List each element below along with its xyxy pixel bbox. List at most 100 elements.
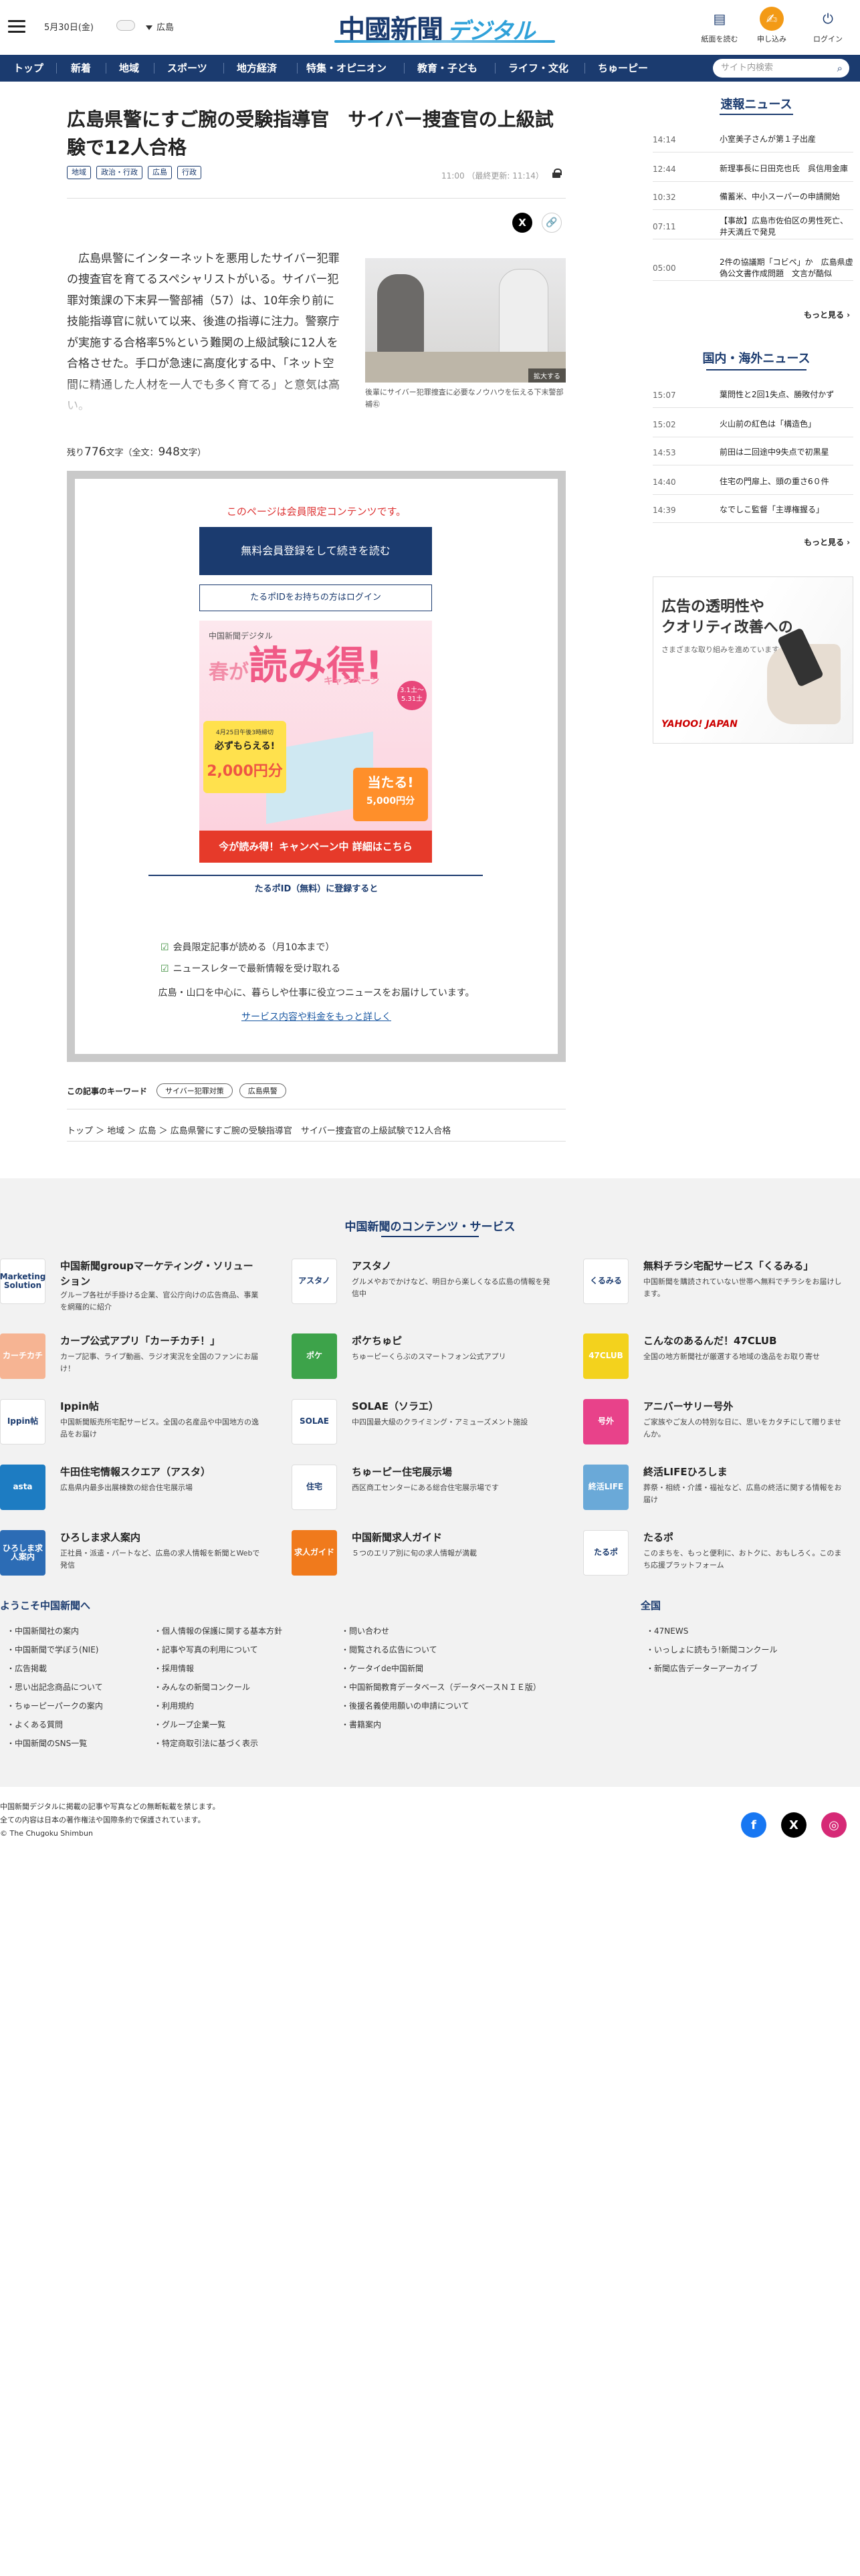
- footer-link[interactable]: 中国新聞のSNS一覧: [7, 1737, 87, 1749]
- nav-item-region[interactable]: 地域: [119, 55, 139, 82]
- footer-link[interactable]: 中国新聞で学ぼう(NIE): [7, 1644, 98, 1655]
- register-button[interactable]: 無料会員登録をして続きを読む: [199, 527, 432, 575]
- footer-link[interactable]: 思い出記念商品について: [7, 1681, 103, 1693]
- facebook-icon[interactable]: f: [741, 1812, 766, 1838]
- footer-link[interactable]: 利用規約: [154, 1700, 194, 1711]
- service-card[interactable]: ひろしま求人案内 ひろしま求人案内 正社員・派遣・パートなど、広島の求人情報を新聞と…: [0, 1530, 267, 1597]
- service-card[interactable]: くるみる 無料チラシ宅配サービス「くるみる」 中国新聞を購読されていない世帯へ無料で…: [583, 1259, 851, 1325]
- search-input[interactable]: サイト内検索 ⌕: [713, 59, 849, 78]
- footer-link[interactable]: いっしょに読もう!新聞コンクール: [646, 1644, 777, 1655]
- footer-link[interactable]: ケータイde中国新聞: [341, 1662, 423, 1674]
- nav-item-life[interactable]: ライフ・文化: [508, 55, 568, 82]
- breadcrumb[interactable]: トップ ＞ 地域 ＞ 広島 ＞ 広島県警にすご腕の受験指導官 サイバー捜査官の上…: [67, 1123, 451, 1136]
- service-card[interactable]: 終活LIFE 終活LIFEひろしま 葬祭・相続・介護・福祉など、広島の終活に関する情…: [583, 1465, 851, 1531]
- footer-link[interactable]: グループ企業一覧: [154, 1719, 225, 1730]
- read-paper-button[interactable]: ▤ 紙面を読む: [700, 7, 740, 44]
- flash-news-item[interactable]: 14:14 小室美子さんが第１子出産: [653, 127, 853, 152]
- national-news-item[interactable]: 15:07 葉問性と2回1失点、勝敗付かず: [653, 383, 853, 408]
- service-card[interactable]: たるポ たるポ このまちを、もっと便利に、おトクに、おもしろく。このまち応援プラット…: [583, 1530, 851, 1597]
- footer-link[interactable]: 個人情報の保護に関する基本方針: [154, 1625, 282, 1636]
- national-more-link[interactable]: もっと見る ›: [804, 536, 850, 548]
- campaign-detail-button[interactable]: 今が読み得！キャンペーン中 詳細はこちら: [199, 831, 432, 863]
- tag-politics[interactable]: 政治・行政: [96, 166, 142, 179]
- flash-news-item[interactable]: 05:00 2件の協議期「コビペ」か 広島県虚偽公文書作成問題 文言が酷似: [653, 255, 853, 281]
- footer-link[interactable]: 採用情報: [154, 1662, 194, 1674]
- hamburger-menu-icon[interactable]: [8, 20, 25, 33]
- footer-link[interactable]: よくある質問: [7, 1719, 63, 1730]
- tag-administration[interactable]: 行政: [177, 166, 201, 179]
- nav-item-new[interactable]: 新着: [71, 55, 91, 82]
- keyword-chip[interactable]: 広島県警: [239, 1083, 286, 1098]
- footer-link[interactable]: 閲覧される広告について: [341, 1644, 437, 1655]
- x-icon[interactable]: X: [781, 1812, 807, 1838]
- region-selector[interactable]: 広島: [146, 20, 174, 33]
- article-photo[interactable]: 拡大する: [365, 258, 566, 383]
- footer-link[interactable]: 新聞広告データーアーカイブ: [646, 1662, 758, 1674]
- footer-link[interactable]: 後援名義使用願いの申請について: [341, 1700, 469, 1711]
- footer-link[interactable]: みんなの新聞コンクール: [154, 1681, 250, 1693]
- instagram-icon[interactable]: ◎: [821, 1812, 847, 1838]
- footer-link[interactable]: 47NEWS: [646, 1625, 688, 1636]
- footer-link[interactable]: ちゅーピーパークの案内: [7, 1700, 103, 1711]
- campaign-brand: 中国新聞デジタル: [209, 631, 273, 641]
- service-details-link[interactable]: サービス内容や料金をもっと詳しく: [75, 1010, 558, 1023]
- footer-link[interactable]: 中国新聞社の案内: [7, 1625, 79, 1636]
- service-card[interactable]: asta 牛田住宅情報スクエア（アスタ） 広島県内最多出展棟数の総合住宅展示場: [0, 1465, 267, 1531]
- nav-item-economy[interactable]: 地方経済: [237, 55, 277, 82]
- service-card[interactable]: カーチカチ カープ公式アプリ「カーチカチ！」 カープ記事、ライブ動画、ラジオ実況を全…: [0, 1333, 267, 1400]
- photo-zoom-button[interactable]: 拡大する: [528, 368, 566, 383]
- footer-link[interactable]: 記事や写真の利用について: [154, 1644, 258, 1655]
- login-button[interactable]: ⏻ ログイン: [808, 7, 848, 44]
- service-card[interactable]: 号外 アニバーサリー号外 ご家族やご友人の特別な日に、思いをカタチにして贈りませんか…: [583, 1399, 851, 1466]
- service-card[interactable]: 住宅 ちゅーピー住宅展示場 西区商工センターにある総合住宅展示場です: [292, 1465, 559, 1531]
- photo-caption: 後輩にサイバー犯罪捜査に必要なノウハウを伝える下末警部補㊨: [365, 388, 564, 409]
- article-title: 広島県警にすご腕の受験指導官 サイバー捜査官の上級試験で12人合格: [67, 108, 554, 158]
- flash-news-heading: 速報ニュース: [720, 98, 792, 112]
- service-card[interactable]: 47CLUB こんなのあるんだ！47CLUB 全国の地方新聞社が厳選する地域の逸品を…: [583, 1333, 851, 1400]
- flash-news-item[interactable]: 07:11 【事故】広島市佐伯区の男性死亡、井天満丘で発見: [653, 214, 853, 239]
- sidebar-ad[interactable]: 広告の透明性や クオリティ改善への さまざまな取り組みを進めています。 YAHOO…: [653, 576, 853, 744]
- apply-button[interactable]: ✍ 申し込み: [752, 7, 792, 44]
- footer-link[interactable]: 特定商取引法に基づく表示: [154, 1737, 258, 1749]
- footer-link[interactable]: 書籍案内: [341, 1719, 381, 1730]
- keywords-label: この記事のキーワード: [67, 1086, 148, 1096]
- national-news-item[interactable]: 15:02 火山前の紅色は「構造色」: [653, 412, 853, 437]
- flash-news-item[interactable]: 10:32 備蓄米、中小スーパーの申請開始: [653, 185, 853, 210]
- taropo-login-button[interactable]: たるポIDをお持ちの方はログイン: [199, 584, 432, 611]
- service-desc: 中国新聞を購読されていない世帯へ無料でチラシをお届けします。: [643, 1277, 842, 1298]
- service-logo: 求人ガイド: [292, 1530, 337, 1576]
- link-copy-icon[interactable]: 🔗: [542, 213, 562, 233]
- x-share-icon[interactable]: X: [512, 213, 532, 233]
- nav-item-sports[interactable]: スポーツ: [167, 55, 207, 82]
- campaign-banner[interactable]: 中国新聞デジタル 春が読み得! キャンペーン 3.1土〜5.31土 4月25日午…: [199, 621, 432, 831]
- flash-more-link[interactable]: もっと見る ›: [804, 309, 850, 320]
- keyword-chip[interactable]: サイバー犯罪対策: [156, 1083, 233, 1098]
- national-news-item[interactable]: 14:53 前田は二回途中9失点で初黒星: [653, 440, 853, 465]
- news-time: 05:00: [653, 263, 676, 273]
- national-news-item[interactable]: 14:39 なでしこ監督「主導権握る」: [653, 498, 853, 523]
- service-card[interactable]: Marketing Solution 中国新聞groupマーケティング・ソリューシ…: [0, 1259, 267, 1325]
- news-text: 葉問性と2回1失点、勝敗付かず: [720, 390, 835, 400]
- search-icon[interactable]: ⌕: [837, 59, 843, 78]
- nav-item-chupy[interactable]: ちゅーピー: [598, 55, 648, 82]
- national-news-item[interactable]: 14:40 住宅の門扉上、頭の重さ6０件: [653, 469, 853, 495]
- footer-link[interactable]: 中国新聞教育データベース（データベースＮＩＥ版）: [341, 1681, 541, 1693]
- service-card[interactable]: Ippin帖 Ippin帖 中国新聞販売所宅配サービス。全国の名産品や中国地方の逸品…: [0, 1399, 267, 1466]
- service-card[interactable]: ポケ ポケちゅピ ちゅーピーくらぶのスマートフォン公式アプリ: [292, 1333, 559, 1400]
- heading-underline: [381, 1236, 479, 1237]
- nav-divider: [404, 63, 405, 74]
- nav-item-opinion[interactable]: 特集・オピニオン: [306, 55, 387, 82]
- gift-title: 必ずもらえる!: [215, 741, 275, 752]
- service-card[interactable]: 求人ガイド 中国新聞求人ガイド ５つのエリア別に旬の求人情報が満載: [292, 1530, 559, 1597]
- flash-news-item[interactable]: 12:44 新理事長に日田克也氏 呉信用金庫: [653, 156, 853, 182]
- footer-link[interactable]: 広告掲載: [7, 1662, 47, 1674]
- service-card[interactable]: アスタノ アスタノ グルメやおでかけなど、明日から楽しくなる広島の情報を発信中: [292, 1259, 559, 1325]
- tag-hiroshima[interactable]: 広島: [148, 166, 172, 179]
- nav-item-education[interactable]: 教育・子ども: [417, 55, 477, 82]
- tag-region[interactable]: 地域: [67, 166, 91, 179]
- nav-item-top[interactable]: トップ: [13, 55, 43, 82]
- footer-link[interactable]: 問い合わせ: [341, 1625, 389, 1636]
- lottery-title: 当たる!: [367, 774, 414, 790]
- service-card[interactable]: SOLAE SOLAE（ソラエ） 中四国最大級のクライミング・アミューズメント施設: [292, 1399, 559, 1466]
- paywall-notice: このページは会員限定コンテンツです。: [226, 506, 407, 518]
